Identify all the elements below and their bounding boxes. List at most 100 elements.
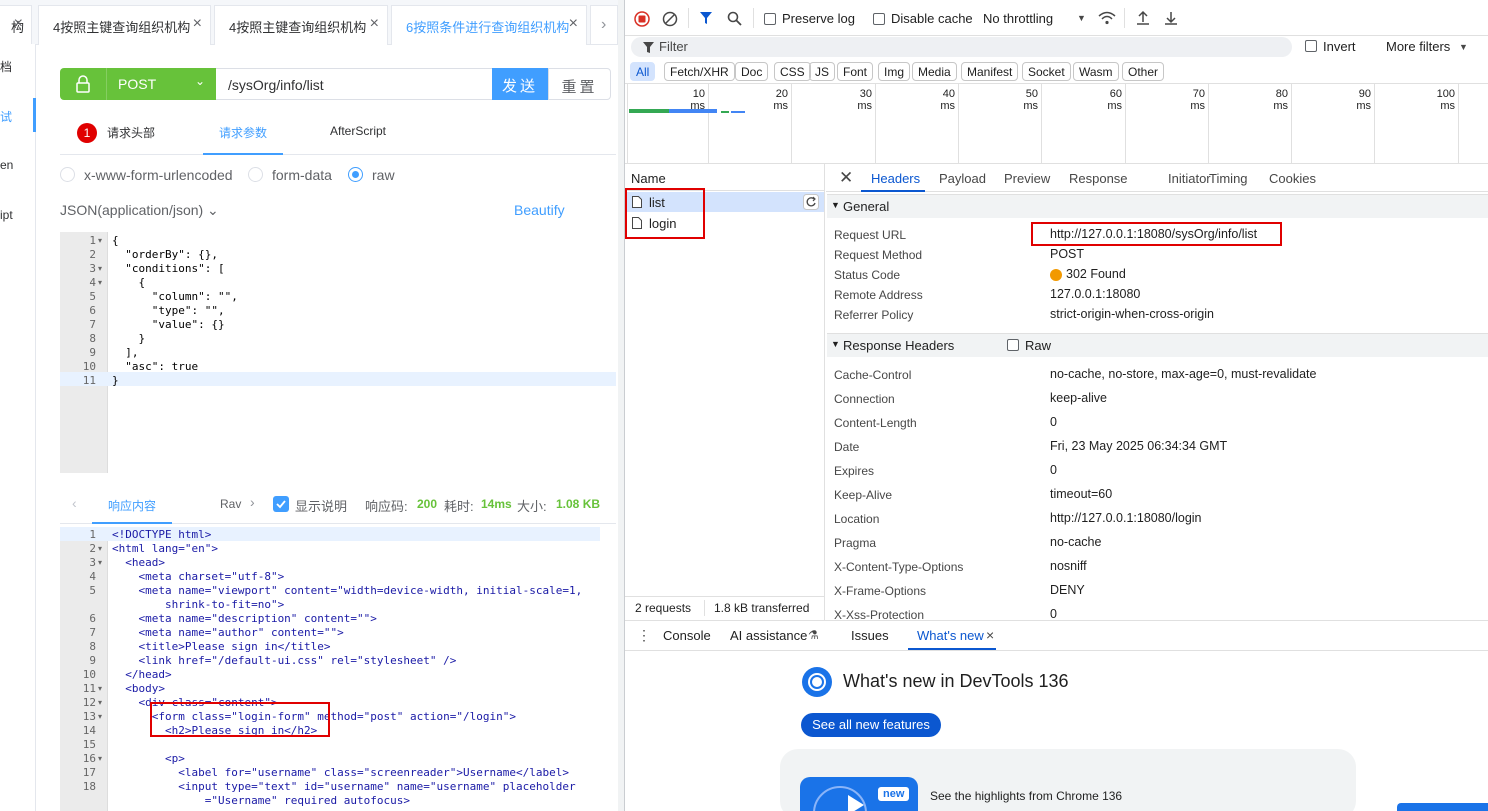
code-line: ], — [112, 346, 139, 359]
reset-button[interactable]: 重置 — [548, 68, 611, 100]
tab-initiator[interactable]: Initiator — [1168, 171, 1211, 186]
tab-timing[interactable]: Timing — [1209, 171, 1248, 186]
filter-chip-css[interactable]: CSS — [774, 62, 811, 81]
lock-button[interactable] — [60, 68, 106, 100]
tab-preview[interactable]: Preview — [1004, 171, 1050, 186]
see-all-features-button[interactable]: See all new features — [801, 713, 941, 737]
fold-arrow-icon[interactable]: ▾ — [98, 278, 102, 287]
close-icon[interactable]: × — [569, 15, 578, 33]
tab-cookies[interactable]: Cookies — [1269, 171, 1316, 186]
name-column-header[interactable]: Name — [631, 171, 666, 186]
sidebar-item[interactable]: ipt — [0, 208, 36, 222]
record-icon[interactable] — [634, 11, 650, 27]
scroll-right-icon[interactable]: › — [590, 5, 618, 45]
close-icon[interactable]: × — [986, 627, 994, 643]
filter-chip-media[interactable]: Media — [912, 62, 957, 81]
line-number: 14 — [82, 724, 96, 737]
raw-checkbox[interactable] — [1007, 339, 1019, 351]
filter-chip-fetchxhr[interactable]: Fetch/XHR — [664, 62, 735, 81]
tab-response-content[interactable]: 响应内容 — [108, 497, 156, 514]
close-icon[interactable]: × — [193, 15, 202, 33]
general-section-header[interactable]: ▼ General — [827, 194, 1488, 218]
sidebar-item[interactable]: en — [0, 158, 36, 172]
download-icon[interactable] — [1164, 10, 1178, 26]
tab-item[interactable]: 构 × — [0, 5, 32, 45]
filter-chip-wasm[interactable]: Wasm — [1073, 62, 1119, 81]
method-value: POST — [118, 76, 157, 92]
method-select[interactable]: POST ⌄ — [106, 68, 216, 100]
response-body-viewer[interactable]: 1 <!DOCTYPE html> 2 ▾ <html lang="en"> 3 ▾ <he… — [60, 527, 600, 811]
whats-new-title: What's new in DevTools 136 — [843, 671, 1069, 691]
fold-arrow-icon[interactable]: ▾ — [98, 264, 102, 273]
fold-arrow-icon[interactable]: ▾ — [98, 544, 102, 553]
filter-chip-all[interactable]: All — [630, 62, 656, 81]
fold-arrow-icon[interactable]: ▾ — [98, 558, 102, 567]
timeline-tick-label: 60 ms — [1107, 88, 1122, 112]
fold-arrow-icon[interactable]: ▾ — [98, 236, 102, 245]
tab-afterscript[interactable]: AfterScript — [330, 124, 386, 138]
content-type-select[interactable]: JSON(application/json) ⌄ — [60, 202, 219, 219]
filter-chip-socket[interactable]: Socket — [1022, 62, 1071, 81]
fold-arrow-icon[interactable]: ▾ — [98, 698, 102, 707]
tab-request-params[interactable]: 请求参数 — [219, 124, 267, 141]
code-line: "orderBy": {}, — [112, 248, 218, 261]
request-body-editor[interactable]: 1 ▾{2 "orderBy": {}, 3 ▾ "conditions": [4 ▾ … — [60, 232, 616, 473]
more-vert-icon[interactable]: ⋮ — [637, 627, 651, 644]
show-desc-checkbox[interactable] — [273, 496, 289, 512]
radio-form-data[interactable] — [248, 167, 263, 182]
filter-icon[interactable] — [699, 11, 713, 25]
tab-raw[interactable]: Rav — [220, 497, 241, 511]
response-headers-section-header[interactable]: ▼ Response Headers Raw — [827, 333, 1488, 357]
invert-checkbox[interactable] — [1305, 40, 1317, 52]
upload-icon[interactable] — [1136, 10, 1150, 26]
reload-icon[interactable] — [803, 194, 819, 210]
fold-arrow-icon[interactable]: ▾ — [98, 754, 102, 763]
sidebar-item[interactable]: 档 — [0, 58, 36, 75]
code-line: <meta name="viewport" content="width=dev… — [112, 584, 583, 597]
tab-item[interactable]: 4按照主键查询组织机构 × — [214, 5, 388, 45]
throttling-select[interactable]: No throttling — [983, 11, 1053, 26]
close-icon[interactable]: ✕ — [839, 168, 853, 188]
chevron-right-icon[interactable]: › — [250, 494, 255, 510]
search-icon[interactable] — [727, 11, 742, 26]
filter-input[interactable]: Filter — [631, 37, 1292, 57]
disable-cache-checkbox[interactable] — [873, 13, 885, 25]
line-number: 4 — [89, 276, 96, 289]
filter-chip-js[interactable]: JS — [809, 62, 836, 81]
preserve-log-checkbox[interactable] — [764, 13, 776, 25]
close-icon[interactable]: × — [14, 15, 23, 33]
tab-headers[interactable]: Headers — [871, 171, 920, 186]
fold-arrow-icon[interactable]: ▾ — [98, 712, 102, 721]
tab-response[interactable]: Response — [1069, 171, 1128, 186]
filter-chip-manifest[interactable]: Manifest — [961, 62, 1019, 81]
filter-chip-img[interactable]: Img — [878, 62, 911, 81]
send-button[interactable]: 发送 — [492, 68, 548, 100]
tab-payload[interactable]: Payload — [939, 171, 986, 186]
sidebar-item-active[interactable]: 试 — [0, 108, 36, 125]
tab-item-active[interactable]: 6按照条件进行查询组织机构 × — [391, 5, 587, 45]
drawer-tab-issues[interactable]: Issues — [851, 628, 889, 643]
scrollbar-thumb[interactable] — [1397, 803, 1488, 811]
fold-arrow-icon[interactable]: ▾ — [98, 684, 102, 693]
tab-item[interactable]: 4按照主键查询组织机构 × — [38, 5, 211, 45]
filter-chip-other[interactable]: Other — [1122, 62, 1165, 81]
drawer-tab-console[interactable]: Console — [663, 628, 711, 643]
beautify-link[interactable]: Beautify — [514, 202, 565, 218]
close-icon[interactable]: × — [370, 15, 379, 33]
gridline — [627, 84, 628, 164]
radio-raw[interactable] — [348, 167, 363, 182]
chevron-left-icon[interactable]: ‹ — [72, 495, 77, 511]
highlight-card[interactable]: new See the highlights from Chrome 136 — [780, 749, 1356, 811]
drawer-tab-ai-assistance[interactable]: AI assistance — [730, 628, 807, 643]
network-conditions-icon[interactable] — [1098, 10, 1116, 26]
more-filters-button[interactable]: More filters — [1386, 39, 1450, 54]
radio-urlencoded[interactable] — [60, 167, 75, 182]
url-input[interactable]: /sysOrg/info/list — [216, 68, 493, 100]
filter-chip-font[interactable]: Font — [837, 62, 874, 81]
drawer-tab-whats-new[interactable]: What's new — [917, 628, 984, 643]
filter-chip-doc[interactable]: Doc — [735, 62, 769, 81]
code-line: } — [112, 374, 119, 387]
tab-request-headers[interactable]: 请求头部 — [107, 124, 155, 141]
timeline-tick-label: 20 ms — [773, 88, 788, 112]
clear-icon[interactable] — [662, 11, 678, 27]
